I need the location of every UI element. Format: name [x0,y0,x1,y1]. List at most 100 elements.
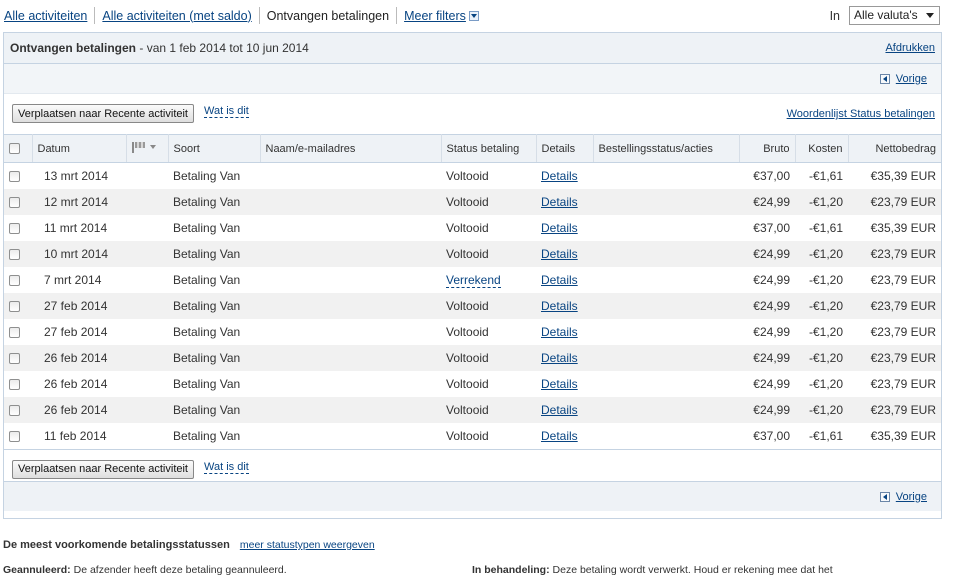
move-to-recent-button[interactable]: Verplaatsen naar Recente activiteit [12,104,194,123]
status-legend: De meest voorkomende betalingsstatussen … [3,539,375,551]
column-net[interactable]: Nettobedrag [848,134,941,163]
column-gross[interactable]: Bruto [739,134,796,163]
row-date: 7 mrt 2014 [44,272,102,287]
table-row[interactable]: 10 mrt 2014 Betaling Van Voltooid Details €2… [4,240,941,267]
row-flag [126,292,168,319]
row-checkbox[interactable] [9,222,20,234]
row-select-cell [4,188,32,215]
row-select-cell [4,163,32,189]
table-row[interactable]: 11 mrt 2014 Betaling Van Voltooid Details €3… [4,214,941,241]
row-details-link[interactable]: Details [541,273,578,287]
tab-divider [258,7,260,24]
currency-select-value: Alle valuta's [854,8,918,22]
row-checkbox[interactable] [9,300,20,312]
row-details-link[interactable]: Details [541,169,578,183]
row-details: Details [536,371,593,397]
row-name [260,214,441,241]
print-link[interactable]: Afdrukken [885,42,935,54]
row-net: €23,79 EUR [848,396,941,423]
row-name [260,240,441,267]
row-checkbox[interactable] [9,171,20,183]
table-row[interactable]: 13 mrt 2014 Betaling Van Voltooid Details €3… [4,162,941,189]
tab-all-activities[interactable]: Alle activiteiten [4,9,87,23]
previous-page-link[interactable]: Vorige [896,73,927,85]
row-details-link[interactable]: Details [541,221,578,235]
column-fee[interactable]: Kosten [795,134,849,163]
row-status-text: Voltooid [446,298,489,313]
row-status: Voltooid [441,371,536,397]
row-details: Details [536,267,593,293]
column-name[interactable]: Naam/e-mailadres [260,134,442,163]
arrow-left-icon[interactable] [879,491,890,502]
row-status-text[interactable]: Verrekend [446,272,501,288]
previous-page-button-bottom[interactable]: Vorige [879,491,927,503]
row-checkbox[interactable] [9,404,20,416]
table-row[interactable]: 26 feb 2014 Betaling Van Voltooid Details €2… [4,344,941,371]
status-cancelled-label: Geannuleerd: [3,564,71,576]
select-all-checkbox[interactable] [9,143,20,155]
table-row[interactable]: 27 feb 2014 Betaling Van Voltooid Details €2… [4,292,941,319]
bottom-action-bar: Verplaatsen naar Recente activiteit Wat … [4,448,941,481]
row-type: Betaling Van [173,272,241,287]
row-checkbox[interactable] [9,248,20,260]
more-filters-link[interactable]: Meer filters [404,9,466,23]
table-row[interactable]: 26 feb 2014 Betaling Van Voltooid Details €2… [4,370,941,397]
table-row[interactable]: 11 feb 2014 Betaling Van Voltooid Details €3… [4,422,941,449]
column-type[interactable]: Soort [168,134,261,163]
row-gross: €37,00 [753,428,790,443]
status-glossary-link[interactable]: Woordenlijst Status betalingen [787,108,935,120]
row-details-link[interactable]: Details [541,247,578,261]
row-checkbox[interactable] [9,352,20,364]
row-details-link[interactable]: Details [541,195,578,209]
table-row[interactable]: 26 feb 2014 Betaling Van Voltooid Details €2… [4,396,941,423]
row-gross: €24,99 [753,376,790,391]
table-row[interactable]: 12 mrt 2014 Betaling Van Voltooid Details €2… [4,188,941,215]
more-status-types-link[interactable]: meer statustypen weergeven [240,539,375,551]
row-fee: -€1,20 [808,376,843,391]
column-date[interactable]: Datum [32,134,127,163]
row-checkbox[interactable] [9,326,20,338]
row-select-cell [4,371,32,397]
row-name [260,292,441,319]
column-flag[interactable] [126,134,169,163]
what-is-this-link[interactable]: Wat is dit [204,105,249,118]
arrow-left-icon[interactable] [879,74,890,84]
table-row[interactable]: 7 mrt 2014 Betaling Van Verrekend Details €2… [4,266,941,293]
row-details-link[interactable]: Details [541,377,578,391]
row-name [260,422,441,449]
row-checkbox[interactable] [9,430,20,442]
row-checkbox[interactable] [9,274,20,286]
what-is-this-link-bottom[interactable]: Wat is dit [204,461,249,474]
row-flag [126,267,168,293]
more-filters-toggle[interactable]: Meer filters [404,9,479,23]
move-to-recent-button-bottom[interactable]: Verplaatsen naar Recente activiteit [12,459,194,479]
row-select-cell [4,319,32,345]
row-details-link[interactable]: Details [541,299,578,313]
row-checkbox[interactable] [9,196,20,208]
row-flag [126,240,168,267]
previous-page-button[interactable]: Vorige [879,73,927,85]
row-details-link[interactable]: Details [541,325,578,339]
previous-page-link-bottom[interactable]: Vorige [896,491,927,503]
flag-icon[interactable] [131,141,156,153]
row-select-cell [4,396,32,423]
table-row[interactable]: 27 feb 2014 Betaling Van Voltooid Details €2… [4,318,941,345]
row-date: 11 mrt 2014 [44,220,108,235]
row-fee: -€1,20 [795,188,848,215]
row-checkbox[interactable] [9,378,20,390]
tab-all-activities-balance[interactable]: Alle activiteiten (met saldo) [102,9,251,23]
row-details-link[interactable]: Details [541,403,578,417]
row-details-link[interactable]: Details [541,351,578,365]
row-name [260,188,441,215]
currency-select[interactable]: Alle valuta's [849,6,940,25]
table-header-row: Datum Soort Naam/e-mailadres Status beta… [4,134,941,163]
column-status[interactable]: Status betaling [441,134,537,163]
row-fee: -€1,20 [795,240,848,267]
row-details-link[interactable]: Details [541,429,578,443]
chevron-down-icon[interactable] [468,10,479,21]
status-pending: In behandeling: Deze betaling wordt verw… [472,564,833,576]
row-status-text: Voltooid [446,220,489,235]
tab-received-payments[interactable]: Ontvangen betalingen [267,9,389,23]
row-type: Betaling Van [168,240,260,267]
row-date: 27 feb 2014 [44,324,108,339]
